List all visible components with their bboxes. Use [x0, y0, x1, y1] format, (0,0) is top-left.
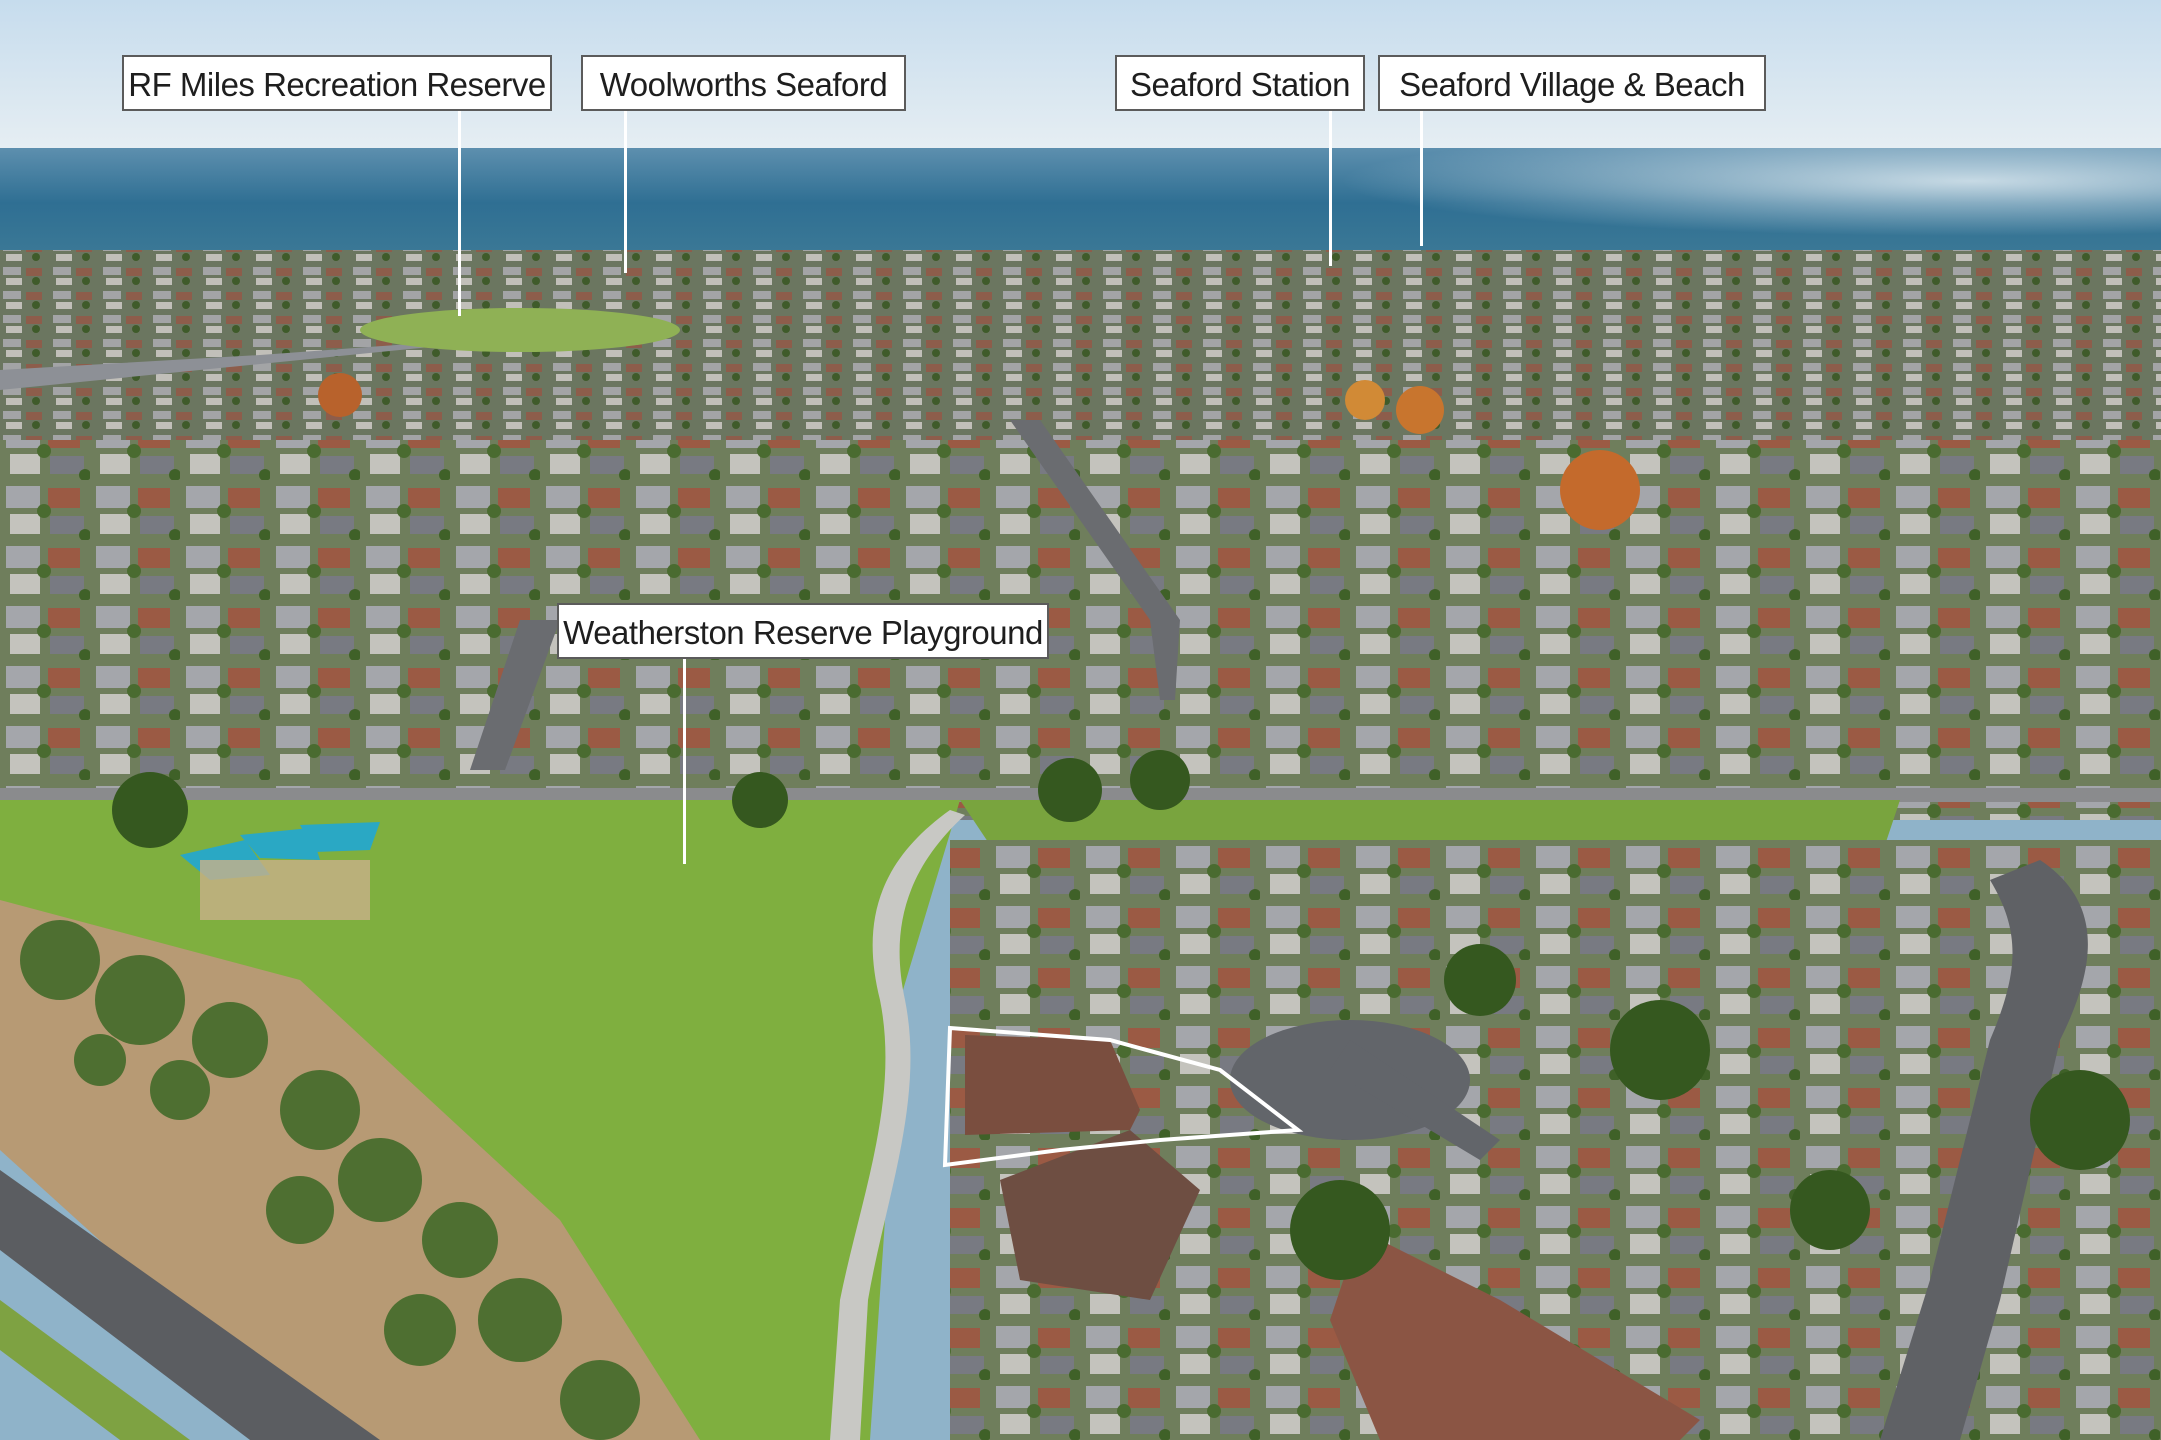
label-seaford-station: Seaford Station — [1115, 55, 1365, 111]
subject-house-roof — [965, 1035, 1140, 1135]
sports-oval — [360, 308, 680, 352]
pointer-woolworths — [624, 111, 627, 273]
aerial-photo — [0, 0, 2161, 1440]
pointer-rf-miles — [458, 111, 461, 316]
pointer-weatherston-reserve — [683, 659, 686, 864]
label-rf-miles-recreation-reserve: RF Miles Recreation Reserve — [122, 55, 552, 111]
pointer-seaford-village — [1420, 111, 1423, 246]
label-seaford-village-beach: Seaford Village & Beach — [1378, 55, 1766, 111]
pointer-seaford-station — [1329, 111, 1332, 266]
label-woolworths-seaford: Woolworths Seaford — [581, 55, 906, 111]
label-weatherston-reserve-playground: Weatherston Reserve Playground — [557, 603, 1049, 659]
